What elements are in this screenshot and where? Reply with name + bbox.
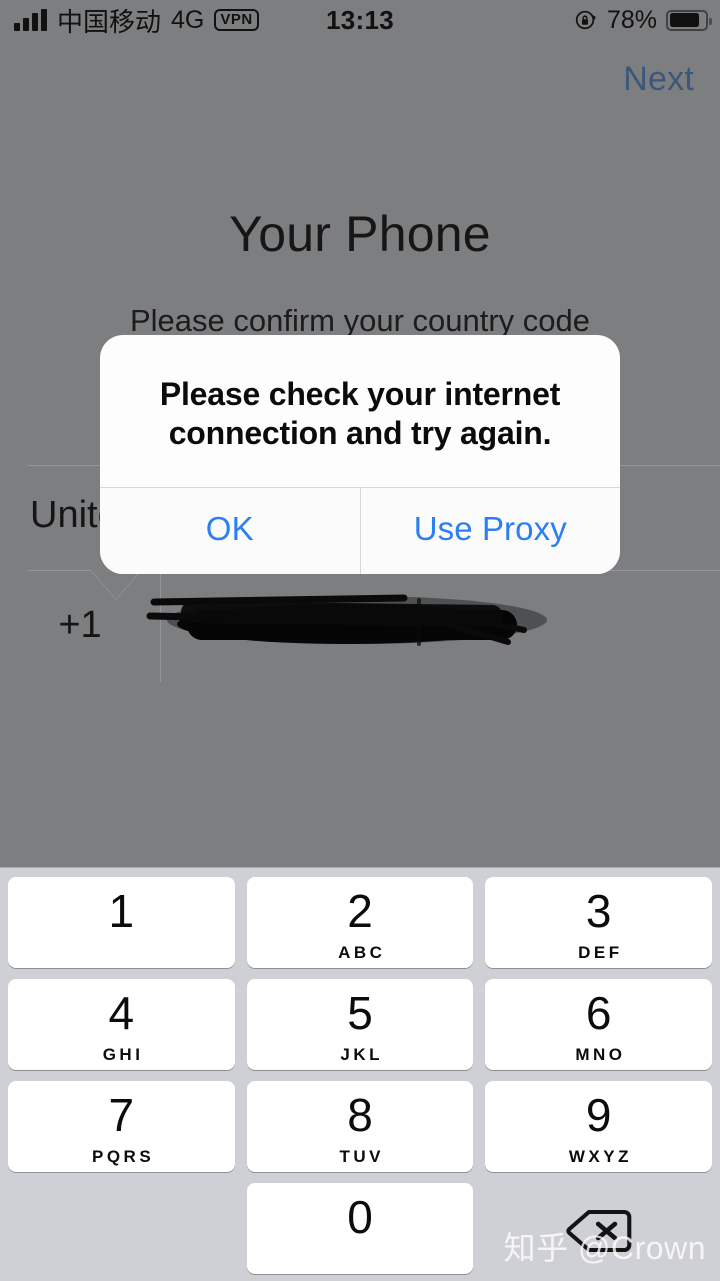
key-digit: 1 [108, 885, 135, 937]
battery-icon [666, 9, 712, 31]
key-9[interactable]: 9 WXYZ [485, 1081, 712, 1172]
key-digit: 2 [347, 885, 373, 937]
key-letters: GHI [102, 1045, 144, 1064]
rotation-lock-icon [574, 8, 598, 32]
key-letters: ABC [338, 943, 386, 962]
key-2[interactable]: 2 ABC [246, 877, 474, 968]
phone-screen: 中国移动 4G VPN 13:13 78% Next Your Phone Pl… [0, 0, 720, 1281]
alert-body: Please check your internet connection an… [100, 335, 620, 487]
key-0[interactable]: 0 [246, 1183, 474, 1274]
alert-message: Please check your internet connection an… [159, 376, 561, 452]
page-subtitle: Please confirm your country code [129, 303, 591, 338]
key-letters: WXYZ [568, 1147, 632, 1166]
alert-dialog: Please check your internet connection an… [100, 335, 621, 575]
country-code-field: +1 [58, 604, 102, 646]
chevron-down-icon [90, 570, 142, 600]
status-bar-right: 78% [574, 5, 712, 35]
key-3[interactable]: 3 DEF [485, 877, 712, 968]
key-4[interactable]: 4 GHI [8, 979, 235, 1070]
key-blank-left [8, 1183, 235, 1274]
key-6[interactable]: 6 MNO [485, 979, 712, 1070]
use-proxy-button[interactable]: Use Proxy [359, 488, 621, 575]
key-letters: MNO [575, 1045, 626, 1064]
key-1[interactable]: 1 [8, 877, 235, 968]
key-digit: 9 [585, 1089, 612, 1141]
key-7[interactable]: 7 PQRS [8, 1081, 235, 1172]
key-8[interactable]: 8 TUV [246, 1081, 474, 1172]
key-letters: JKL [340, 1045, 384, 1064]
key-digit: 4 [108, 987, 135, 1039]
watermark: 知乎 @Crown [503, 1230, 706, 1266]
key-5[interactable]: 5 JKL [246, 979, 474, 1070]
key-letters: TUV [339, 1147, 384, 1166]
next-button[interactable]: Next [623, 60, 694, 99]
phone-number-redaction-scribble [146, 594, 547, 646]
key-letters: PQRS [91, 1147, 155, 1166]
battery-percent-label: 78% [606, 5, 657, 34]
key-digit: 3 [585, 885, 612, 937]
keypad-grid: 1 2 ABC 3 DEF 4 GHI 5 JKL 6 MNO 7 PQRS 8… [8, 877, 712, 1274]
key-digit: 7 [108, 1089, 135, 1141]
phone-field-vertical-divider [160, 572, 161, 682]
alert-actions: OK Use Proxy [100, 487, 621, 575]
status-bar: 中国移动 4G VPN 13:13 78% [0, 0, 720, 40]
key-digit: 6 [585, 987, 612, 1039]
key-letters: DEF [578, 943, 623, 962]
ok-button[interactable]: OK [100, 488, 360, 574]
key-digit: 0 [347, 1191, 373, 1243]
key-digit: 5 [347, 987, 373, 1039]
page-title: Your Phone [229, 206, 491, 262]
numeric-keypad: 1 2 ABC 3 DEF 4 GHI 5 JKL 6 MNO 7 PQRS 8… [0, 867, 720, 1281]
key-digit: 8 [347, 1089, 373, 1141]
